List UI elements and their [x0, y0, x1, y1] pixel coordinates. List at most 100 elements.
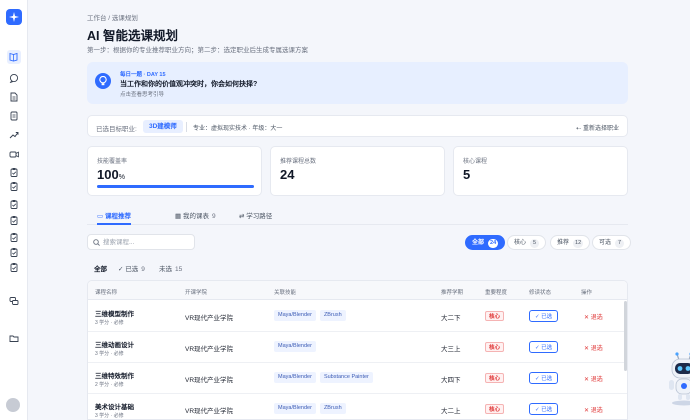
stat-label: 核心课程	[463, 159, 488, 165]
rail-item-clipboard-5[interactable]	[9, 232, 19, 242]
stat-label: 技能覆盖率	[97, 159, 128, 165]
skill-tag: Maya/Blender	[274, 372, 316, 383]
rail-item-trend[interactable]	[9, 130, 19, 140]
course-college: VR现代产业学院	[185, 377, 234, 384]
status-selected-button[interactable]: ✓ 已选	[529, 341, 559, 353]
drop-course-button[interactable]: ✕ 退选	[584, 312, 603, 321]
stat-label: 推荐课程总数	[280, 159, 317, 165]
rail-item-clipboard-3[interactable]	[9, 199, 19, 209]
segment-recommended[interactable]: 推荐 12	[550, 235, 591, 250]
clipboard-icon	[10, 233, 18, 242]
drop-course-button[interactable]: ✕ 退选	[584, 405, 603, 414]
document-icon	[10, 92, 18, 102]
clipboard-icon	[10, 216, 18, 225]
rail-item-report[interactable]	[9, 111, 19, 121]
divider	[186, 122, 187, 132]
skill-tag: Maya/Blender	[274, 341, 316, 352]
lightbulb-icon	[95, 73, 111, 89]
course-college: VR现代产业学院	[185, 315, 234, 322]
drop-course-button[interactable]: ✕ 退选	[584, 343, 603, 352]
segment-optional[interactable]: 可选 7	[592, 235, 632, 250]
skill-tag: ZBrush	[319, 403, 346, 414]
course-name: 美术设计基础	[95, 404, 134, 411]
rail-item-clipboard-2[interactable]	[9, 181, 19, 191]
stat-skill-coverage: 技能覆盖率 100%	[87, 146, 262, 196]
status-selected-button[interactable]: ✓ 已选	[529, 403, 559, 415]
stat-total-courses: 推荐课程总数 24	[270, 146, 445, 196]
status-selected-button[interactable]: ✓ 已选	[529, 372, 559, 384]
trend-icon	[9, 132, 19, 139]
stat-core-courses: 核心课程 5	[453, 146, 628, 196]
page-title: AI 智能选课规划	[87, 29, 178, 43]
tab-my-schedule[interactable]: ▦ 我的课表 9	[175, 210, 216, 225]
rail-item-document[interactable]	[9, 92, 19, 102]
rail-item-clipboard-6[interactable]	[9, 247, 19, 257]
stat-value: 24	[280, 167, 295, 182]
app-logo-icon[interactable]	[6, 9, 22, 25]
avatar[interactable]	[6, 398, 20, 412]
th-priority: 重要程度	[485, 290, 508, 296]
search-input[interactable]	[103, 238, 191, 247]
reselect-career-button[interactable]: ⇠ 重新选择职业	[576, 123, 619, 132]
skill-tag: ZBrush	[319, 310, 346, 321]
course-college: VR现代产业学院	[185, 408, 234, 415]
main-content: 工作台 / 选课规划 AI 智能选课规划 第一步：根据你的专业推荐职业方向；第二…	[28, 0, 690, 420]
segment-all[interactable]: 全部 24	[465, 235, 506, 250]
career-pill: 3D建模师	[143, 120, 183, 133]
course-credits: 3 学分 · 必修	[95, 413, 124, 419]
course-skills: Maya/Blender ZBrush	[274, 403, 350, 414]
search-icon	[93, 239, 100, 246]
course-skills: Maya/Blender Substance Painter	[274, 372, 377, 383]
tab-course-recommend[interactable]: ▭ 课程推荐	[97, 210, 131, 225]
th-semester: 推荐学期	[441, 290, 464, 296]
course-search[interactable]	[87, 234, 195, 250]
rail-item-messages[interactable]	[9, 296, 19, 306]
clipboard-icon	[10, 182, 18, 191]
chat-icon	[9, 73, 19, 84]
progress-fill	[97, 185, 254, 188]
table-row: 美术设计基础 3 学分 · 必修 VR现代产业学院 Maya/Blender ZBrus…	[88, 394, 627, 419]
table-scrollbar[interactable]	[624, 301, 627, 371]
course-semester: 大二上	[441, 408, 461, 415]
report-icon	[10, 111, 18, 121]
robot-assistant-icon[interactable]	[664, 350, 690, 406]
filter-unselected[interactable]: 未选 15	[159, 263, 182, 273]
skill-tag: Maya/Blender	[274, 403, 316, 414]
page-subtitle: 第一步：根据你的专业推荐职业方向；第二步：选定职业后生成专属选课方案	[87, 47, 308, 54]
daily-hint-link[interactable]: 点击查看思考引导	[120, 90, 164, 98]
book-icon	[9, 52, 18, 62]
course-name: 三维模型制作	[95, 311, 134, 318]
course-semester: 大二下	[441, 315, 461, 322]
rail-item-course-planning[interactable]	[7, 50, 21, 64]
book-icon: ▭	[97, 213, 105, 220]
course-semester: 大四下	[441, 377, 461, 384]
reselect-label: 重新选择职业	[582, 126, 619, 132]
arrow-left-icon: ⇠	[576, 126, 583, 132]
rail-item-video[interactable]	[9, 149, 19, 159]
daily-question: 当工作和你的价值观冲突时，你会如何抉择?	[120, 81, 258, 88]
priority-badge: 核心	[485, 311, 505, 321]
rail-item-clipboard-1[interactable]	[9, 167, 19, 177]
tab-learning-path[interactable]: ⇄ 学习路径	[239, 210, 272, 225]
filter-all[interactable]: 全部	[94, 263, 107, 273]
coverage-progress-bar	[97, 185, 254, 188]
status-selected-button[interactable]: ✓ 已选	[529, 310, 559, 322]
career-label: 已选目标职业:	[96, 126, 137, 133]
th-skills: 关联技能	[274, 290, 297, 296]
course-college: VR现代产业学院	[185, 346, 234, 353]
filter-selected[interactable]: ✓ 已选 9	[118, 263, 145, 273]
course-credits: 3 学分 · 必修	[95, 320, 124, 326]
priority-badge: 核心	[485, 373, 505, 383]
drop-course-button[interactable]: ✕ 退选	[584, 374, 603, 383]
priority-badge: 核心	[485, 342, 505, 352]
rail-item-clipboard-7[interactable]	[9, 262, 19, 272]
rail-item-folder[interactable]	[9, 333, 19, 343]
stat-value: 5	[463, 167, 471, 182]
target-career-bar: 已选目标职业: 3D建模师 专业：虚拟现实技术 · 年级：大一 ⇠ 重新选择职业	[87, 115, 628, 137]
segment-core[interactable]: 核心 5	[507, 235, 547, 250]
clipboard-icon	[10, 200, 18, 209]
rail-item-clipboard-4[interactable]	[9, 215, 19, 225]
rail-item-chat[interactable]	[9, 73, 19, 84]
course-credits: 3 学分 · 必修	[95, 351, 124, 357]
daily-question-card[interactable]: 每日一题 · DAY 15 当工作和你的价值观冲突时，你会如何抉择? 点击查看思…	[87, 62, 628, 104]
